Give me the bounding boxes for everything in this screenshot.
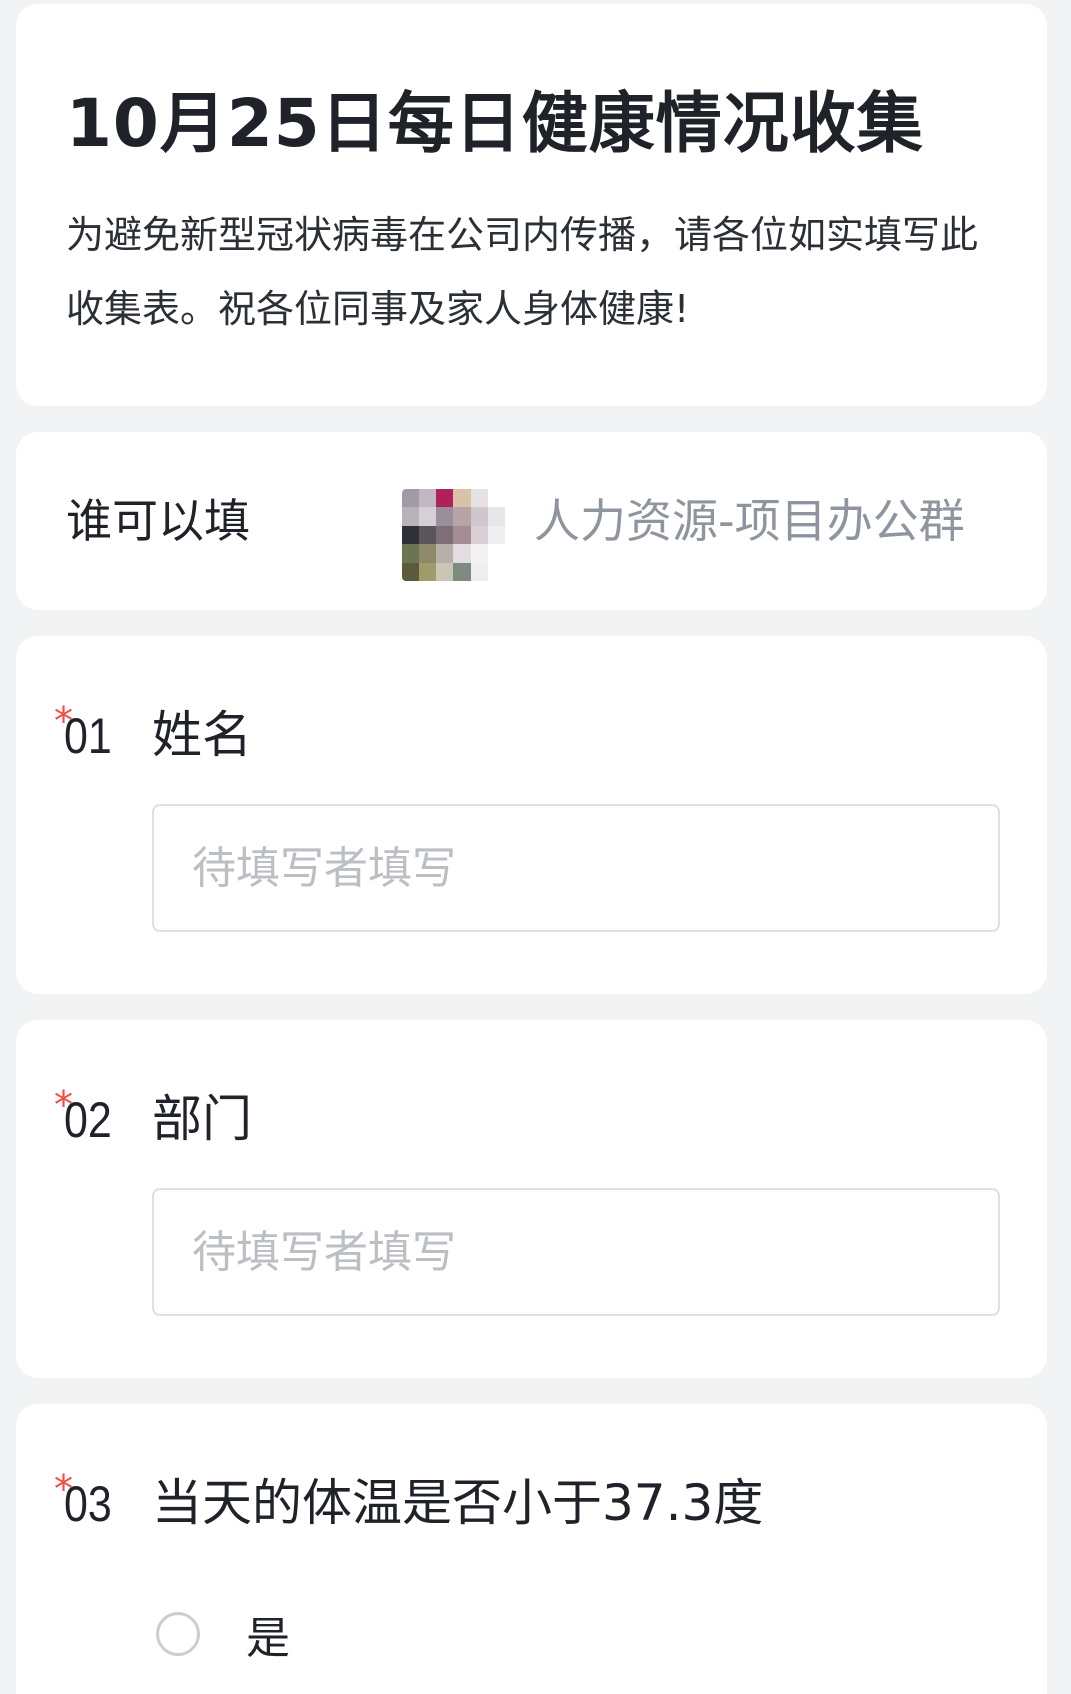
form-title: 10月25日每日健康情况收集 bbox=[66, 85, 924, 162]
option-yes[interactable]: 是 bbox=[156, 1604, 290, 1664]
form-header-card: 10月25日每日健康情况收集 为避免新型冠状病毒在公司内传播，请各位如实填写此收… bbox=[16, 4, 1047, 406]
name-input[interactable] bbox=[152, 804, 1000, 932]
question-title: 部门 bbox=[152, 1090, 252, 1148]
question-number: 02 bbox=[64, 1092, 112, 1148]
group-name: 人力资源-项目办公群 bbox=[534, 494, 965, 548]
department-input[interactable] bbox=[152, 1188, 1000, 1316]
question-title: 姓名 bbox=[152, 706, 252, 764]
audience-label: 谁可以填 bbox=[66, 494, 250, 548]
form-description: 为避免新型冠状病毒在公司内传播，请各位如实填写此收集表。祝各位同事及家人身体健康… bbox=[66, 213, 979, 331]
question-card-temperature: * 03 当天的体温是否小于37.3度 是 bbox=[16, 1404, 1047, 1694]
question-card-department: * 02 部门 bbox=[16, 1020, 1047, 1378]
question-title: 当天的体温是否小于37.3度 bbox=[152, 1474, 764, 1532]
question-number: 03 bbox=[64, 1476, 112, 1532]
group-avatar bbox=[402, 489, 505, 581]
option-label: 是 bbox=[246, 1613, 290, 1664]
form-page: 10月25日每日健康情况收集 为避免新型冠状病毒在公司内传播，请各位如实填写此收… bbox=[0, 0, 1071, 1694]
question-card-name: * 01 姓名 bbox=[16, 636, 1047, 994]
audience-card: 谁可以填 人力资源-项目办公群 bbox=[16, 432, 1047, 610]
question-number: 01 bbox=[64, 708, 112, 764]
radio-button[interactable] bbox=[156, 1612, 200, 1656]
